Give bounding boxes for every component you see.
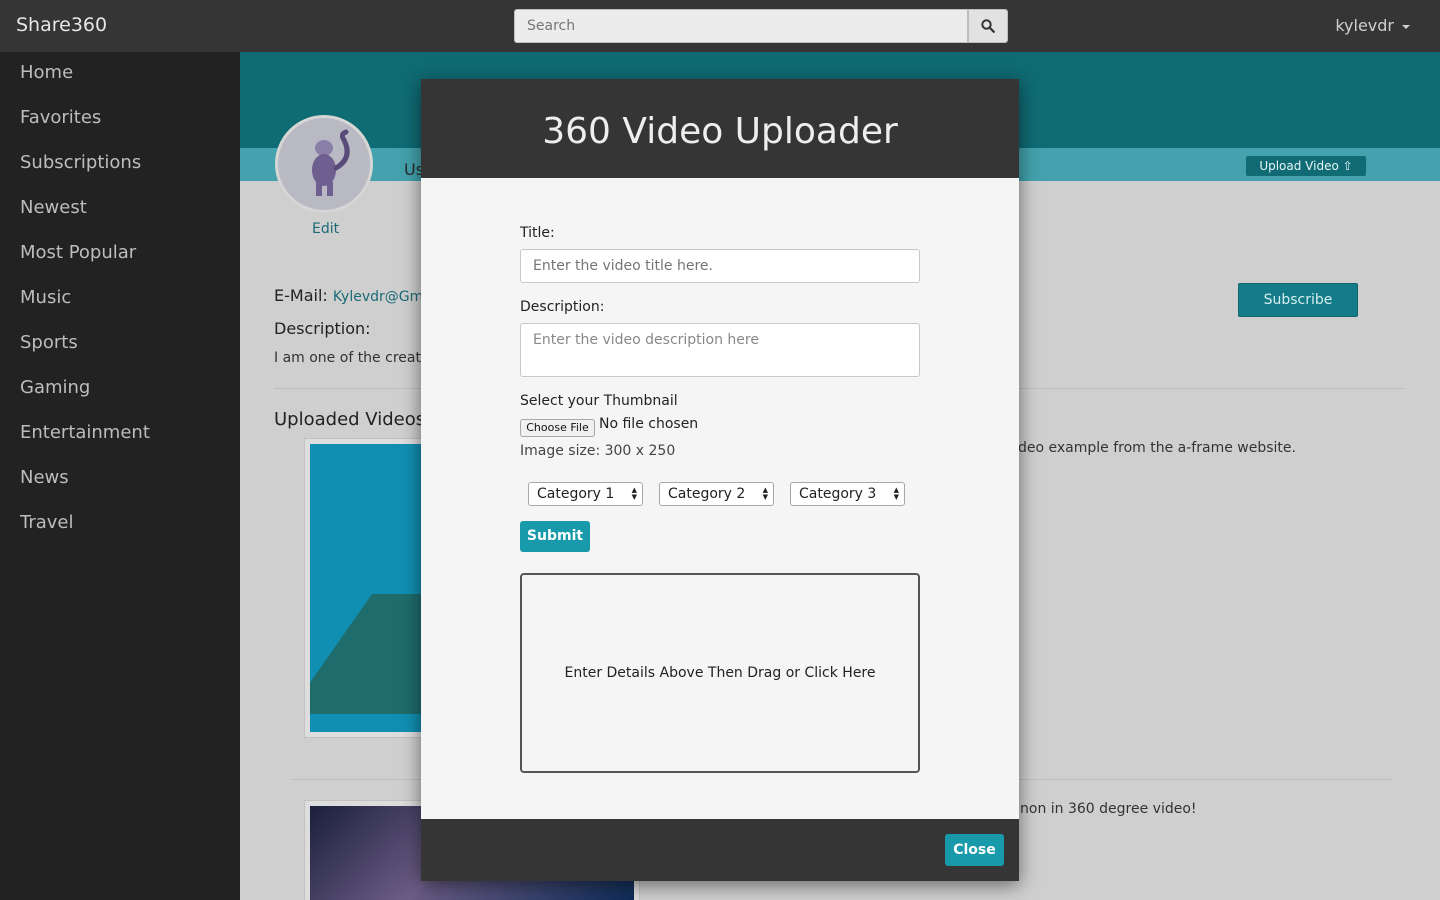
thumbnail-label: Select your Thumbnail — [520, 393, 678, 409]
user-menu[interactable]: kylevdr — [1335, 16, 1410, 35]
category-select-value: Category 3 — [799, 486, 877, 502]
email-row: E-Mail: Kylevdr@Gma — [274, 286, 432, 305]
description-field-label: Description: — [520, 299, 605, 315]
subscribe-button[interactable]: Subscribe — [1238, 283, 1358, 317]
upload-modal: 360 Video Uploader Title: Description: E… — [421, 79, 1019, 881]
sidebar-item-travel[interactable]: Travel — [20, 512, 74, 533]
title-label: Title: — [520, 225, 555, 241]
avatar — [275, 115, 373, 213]
close-button[interactable]: Close — [945, 834, 1004, 866]
user-name: kylevdr — [1335, 16, 1394, 35]
search-input[interactable] — [514, 9, 968, 43]
email-link[interactable]: Kylevdr@Gma — [333, 289, 432, 305]
sidebar-item-gaming[interactable]: Gaming — [20, 377, 90, 398]
video-description: deo example from the a-frame website. — [1018, 440, 1296, 456]
category-select-value: Category 1 — [537, 486, 615, 502]
select-arrows-icon: ▲ ▼ — [762, 486, 768, 501]
sidebar-item-most-popular[interactable]: Most Popular — [20, 242, 136, 263]
category-select-3[interactable]: Category 3 ▲ ▼ — [790, 482, 905, 506]
category-select-1[interactable]: Category 1 ▲ ▼ — [528, 482, 643, 506]
category-select-value: Category 2 — [668, 486, 746, 502]
title-input[interactable] — [520, 249, 920, 283]
select-arrows-icon: ▲ ▼ — [893, 486, 899, 501]
top-navbar: Share360 kylevdr — [0, 0, 1440, 52]
upload-dropzone[interactable]: Enter Details Above Then Drag or Click H… — [520, 573, 920, 773]
upload-arrow-icon: ⇧ — [1342, 159, 1353, 173]
sidebar-item-music[interactable]: Music — [20, 287, 71, 308]
dropzone-text: Enter Details Above Then Drag or Click H… — [564, 665, 876, 681]
edit-profile-link[interactable]: Edit — [312, 221, 339, 237]
sidebar-item-news[interactable]: News — [20, 467, 69, 488]
modal-title: 360 Video Uploader — [542, 111, 898, 152]
sidebar-item-newest[interactable]: Newest — [20, 197, 87, 218]
search-button[interactable] — [968, 9, 1008, 43]
upload-video-button[interactable]: Upload Video ⇧ — [1246, 156, 1366, 176]
search-icon — [981, 19, 995, 33]
sidebar-item-sports[interactable]: Sports — [20, 332, 78, 353]
uploaded-videos-title: Uploaded Videos — [274, 409, 426, 430]
sidebar: Home Favorites Subscriptions Newest Most… — [0, 52, 240, 900]
video-description: non in 360 degree video! — [1020, 801, 1197, 817]
caret-down-icon — [1402, 24, 1410, 29]
select-arrows-icon: ▲ ▼ — [631, 486, 637, 501]
sidebar-item-subscriptions[interactable]: Subscriptions — [20, 152, 141, 173]
description-text: I am one of the creator — [274, 350, 436, 366]
description-label: Description: — [274, 319, 371, 338]
sidebar-item-home[interactable]: Home — [20, 62, 73, 83]
description-textarea[interactable]: Enter the video description here — [520, 323, 920, 377]
choose-file-button[interactable]: Choose File — [520, 419, 595, 437]
avatar-character-icon — [312, 129, 350, 196]
sidebar-item-favorites[interactable]: Favorites — [20, 107, 101, 128]
submit-button[interactable]: Submit — [520, 521, 590, 552]
brand-logo[interactable]: Share360 — [16, 14, 107, 36]
category-select-2[interactable]: Category 2 ▲ ▼ — [659, 482, 774, 506]
sidebar-item-entertainment[interactable]: Entertainment — [20, 422, 150, 443]
image-size-text: Image size: 300 x 250 — [520, 443, 676, 459]
email-label: E-Mail: — [274, 286, 328, 305]
modal-footer: Close — [421, 819, 1019, 881]
upload-video-label: Upload Video — [1259, 159, 1339, 173]
file-status-text: No file chosen — [599, 416, 699, 432]
modal-header: 360 Video Uploader — [421, 79, 1019, 178]
